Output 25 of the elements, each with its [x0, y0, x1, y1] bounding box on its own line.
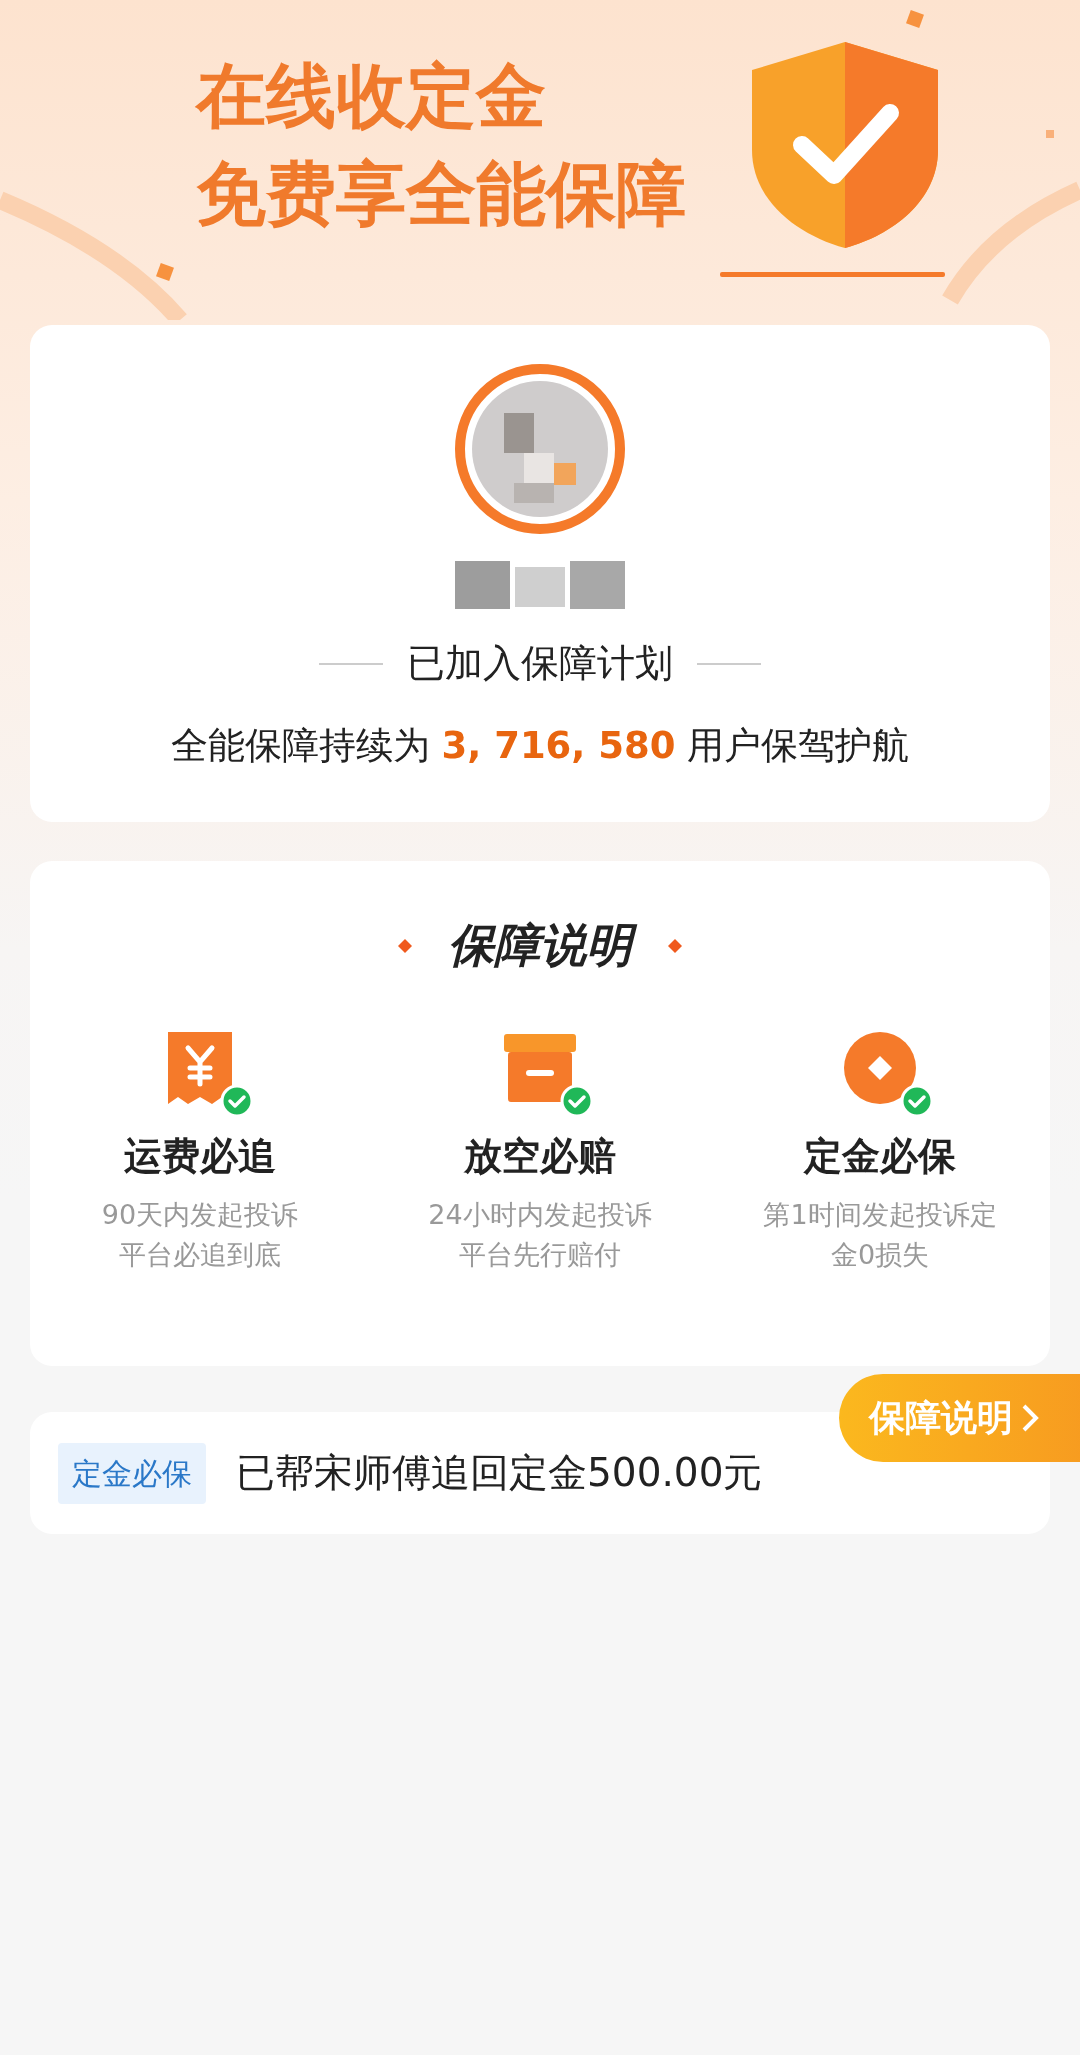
guarantee-desc: 金0损失	[830, 1238, 930, 1272]
guarantee-title: 定金必保	[804, 1133, 956, 1180]
guarantee-desc: 平台必追到底	[119, 1238, 281, 1272]
check-badge-icon	[900, 1084, 934, 1118]
stats-text: 全能保障持续为 3, 716, 580 用户保驾护航	[170, 723, 910, 769]
guarantee-desc: 90天内发起投诉	[101, 1198, 299, 1232]
diamond-icon	[668, 938, 682, 953]
guarantee-desc: 24小时内发起投诉	[428, 1198, 652, 1232]
guarantee-title: 放空必赔	[464, 1133, 616, 1180]
guarantee-title: 运费必追	[124, 1133, 276, 1180]
coin-icon	[842, 1030, 918, 1106]
record-text: 已帮宋师傅追回定金500.00元	[236, 1448, 763, 1497]
chevron-right-icon	[1021, 1403, 1039, 1433]
check-badge-icon	[220, 1084, 254, 1118]
shield-check-icon	[750, 40, 940, 250]
guarantee-desc: 第1时间发起投诉定	[763, 1198, 997, 1232]
status-text: 已加入保障计划	[407, 640, 673, 687]
banner-title: 在线收定金	[196, 54, 546, 139]
guarantee-desc: 平台先行赔付	[459, 1238, 621, 1272]
section-title: 保障说明	[438, 911, 642, 980]
guarantee-button[interactable]: 保障说明	[839, 1374, 1080, 1462]
check-badge-icon	[560, 1084, 594, 1118]
banner-title: 免费享全能保障	[196, 152, 686, 237]
tag: 定金必保	[58, 1442, 206, 1504]
diamond-icon	[398, 938, 412, 953]
